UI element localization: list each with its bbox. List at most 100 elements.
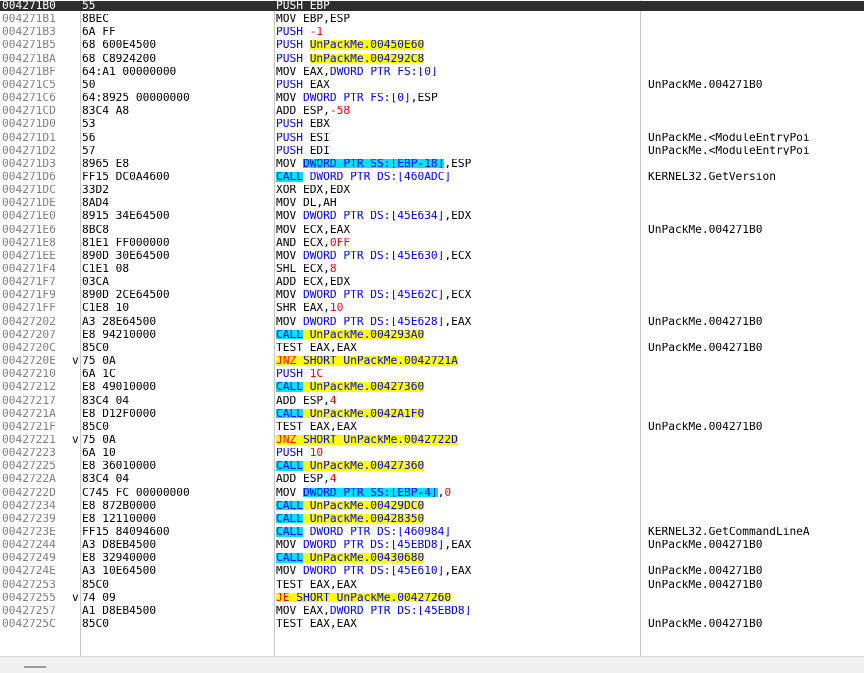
instruction-row[interactable]: 004271D6 FF15 DC0A4600 CALL DWORD PTR DS:[… <box>0 171 864 182</box>
instruction-cell: CALL UnPackMe.00428350 <box>276 513 640 524</box>
instruction-row[interactable]: 004271C5 50 PUSH EAX UnPackMe.004271B0 <box>0 80 864 90</box>
instruction-row[interactable]: 00427225 E8 36010000 CALL UnPackMe.0042736… <box>0 461 864 471</box>
asm-token: ADD <box>276 277 303 287</box>
instruction-cell: TEST EAX,EAX <box>276 619 640 629</box>
instruction-row[interactable]: 004271FF C1E8 10 SHR EAX,10 <box>0 303 864 313</box>
instruction-cell: TEST EAX,EAX <box>276 343 640 353</box>
instruction-cell: PUSH 1C <box>276 369 640 379</box>
asm-token: 0 <box>444 487 452 498</box>
instruction-row[interactable]: 0042723E FF15 84094600 CALL DWORD PTR DS:[… <box>0 527 864 537</box>
instruction-row[interactable]: 004271CD 83C4 A8 ADD ESP,-58 <box>0 106 864 116</box>
instruction-row[interactable]: 00427244 A3 D8EB4500 MOV DWORD PTR DS:[45E… <box>0 540 864 550</box>
address-cell: 00427239 <box>2 513 56 524</box>
instruction-row[interactable]: 004271DC 33D2 XOR EDX,EDX <box>0 185 864 195</box>
instruction-row[interactable]: 004271B3 6A FF PUSH -1 <box>0 27 864 37</box>
instruction-row[interactable]: 004271C6 64:8925 00000000 MOV DWORD PTR FS… <box>0 93 864 103</box>
address-cell: 004271D2 <box>2 145 56 156</box>
instruction-row[interactable]: 004271EE 890D 30E64500 MOV DWORD PTR DS:[4… <box>0 251 864 261</box>
instruction-row[interactable]: 00427253 85C0 TEST EAX,EAX UnPackMe.004271B… <box>0 580 864 590</box>
address-cell: 004271E0 <box>2 211 56 221</box>
instruction-row[interactable]: 00427212 E8 49010000 CALL UnPackMe.0042736… <box>0 382 864 392</box>
address-cell: 00427210 <box>2 369 56 379</box>
instruction-row[interactable]: 0042722D C745 FC 00000000 MOV DWORD PTR SS… <box>0 487 864 498</box>
instruction-row[interactable]: 00427239 E8 12110000 CALL UnPackMe.0042835… <box>0 513 864 524</box>
instruction-cell: ADD ECX,EDX <box>276 277 640 287</box>
instruction-row[interactable]: 004271BA 68 C8924200 PUSH UnPackMe.004292C… <box>0 53 864 64</box>
instruction-cell: PUSH EDI <box>276 146 640 156</box>
address-cell: 00427257 <box>2 605 56 616</box>
address-cell: 00427234 <box>2 500 56 511</box>
instruction-row[interactable]: 004271B0 55 PUSH EBP <box>0 1 864 11</box>
instruction-row[interactable]: 00427221 v 75 0A JNZ SHORT UnPackMe.0042722… <box>0 434 864 445</box>
instruction-row[interactable]: 004271E8 81E1 FF000000 AND ECX,0FF <box>0 238 864 248</box>
comment-cell <box>648 606 864 616</box>
instruction-row[interactable]: 004271F7 03CA ADD ECX,EDX <box>0 277 864 287</box>
address-cell: 0042722D <box>2 487 56 498</box>
asm-token: SHORT UnPackMe.0042721A <box>296 356 458 366</box>
comment-cell <box>648 54 864 64</box>
comment-cell <box>648 290 864 300</box>
instruction-row[interactable]: 004271D0 53 PUSH EBX <box>0 119 864 129</box>
asm-token: SHORT UnPackMe.0042722D <box>296 434 458 445</box>
address-cell: 004271E6 <box>2 224 56 235</box>
instruction-row[interactable]: 0042721A E8 D12F0000 CALL UnPackMe.0042A1F… <box>0 408 864 419</box>
asm-token: DWORD PTR DS:[45E628] <box>302 316 445 327</box>
instruction-row[interactable]: 004271DE 8AD4 MOV DL,AH <box>0 198 864 208</box>
asm-token: SHL <box>276 264 303 274</box>
instruction-row[interactable]: 004271E0 8915 34E64500 MOV DWORD PTR DS:[4… <box>0 211 864 221</box>
address-cell: 00427202 <box>2 316 56 327</box>
comment-cell <box>648 67 864 77</box>
instruction-row[interactable]: 00427255 v 74 09 JE SHORT UnPackMe.00427260 <box>0 592 864 603</box>
instruction-row[interactable]: 004271F4 C1E1 08 SHL ECX,8 <box>0 264 864 274</box>
instruction-row[interactable]: 004271BF 64:A1 00000000 MOV EAX,DWORD PTR … <box>0 67 864 77</box>
comment-cell: UnPackMe.004271B0 <box>648 540 763 550</box>
asm-token: MOV <box>276 224 303 235</box>
instruction-row[interactable]: 00427249 E8 32940000 CALL UnPackMe.0043068… <box>0 553 864 563</box>
instruction-row[interactable]: 0042720E v 75 0A JNZ SHORT UnPackMe.0042721… <box>0 355 864 366</box>
asm-token: CALL <box>276 500 303 511</box>
instruction-cell: AND ECX,0FF <box>276 238 640 248</box>
disassembly-pane[interactable]: 004271B0 55 PUSH EBP 004271B1 8BEC MOV EBP,ES… <box>0 0 864 656</box>
instruction-row[interactable]: 00427234 E8 872B0000 CALL UnPackMe.00429DC… <box>0 500 864 511</box>
bytes-cell: 57 <box>82 145 96 156</box>
instruction-row[interactable]: 004271D1 56 PUSH ESI UnPackMe.<ModuleEntryP… <box>0 133 864 143</box>
asm-token: ADD <box>276 395 303 406</box>
instruction-row[interactable]: 004271E6 8BC8 MOV ECX,EAX UnPackMe.004271B0 <box>0 225 864 235</box>
instruction-row[interactable]: 00427217 83C4 04 ADD ESP,4 <box>0 396 864 406</box>
instruction-cell: CALL DWORD PTR DS:[460ADC] <box>276 171 640 182</box>
bytes-cell: 33D2 <box>82 185 109 195</box>
asm-token: ,EAX <box>444 540 472 550</box>
instruction-row[interactable]: 00427210 6A 1C PUSH 1C <box>0 369 864 379</box>
instruction-row[interactable]: 004271B1 8BEC MOV EBP,ESP <box>0 14 864 24</box>
address-cell: 0042721F <box>2 421 56 432</box>
resize-grip-icon[interactable] <box>24 666 46 668</box>
asm-token: UnPackMe.00430680 <box>302 553 425 563</box>
instruction-row[interactable]: 004271F9 890D 2CE64500 MOV DWORD PTR DS:[4… <box>0 290 864 300</box>
instruction-cell: PUSH UnPackMe.00450E60 <box>276 40 640 51</box>
bytes-cell: E8 12110000 <box>82 513 157 524</box>
instruction-row[interactable]: 0042722A 83C4 04 ADD ESP,4 <box>0 474 864 484</box>
asm-token: PUSH <box>276 132 310 143</box>
asm-token: ,ECX <box>444 290 472 300</box>
instruction-row[interactable]: 004271D2 57 PUSH EDI UnPackMe.<ModuleEntryP… <box>0 146 864 156</box>
instruction-row[interactable]: 004271D3 8965 E8 MOV DWORD PTR SS:[EBP-18]… <box>0 158 864 169</box>
bytes-cell: E8 872B0000 <box>82 500 157 511</box>
instruction-cell: MOV EBP,ESP <box>276 14 640 24</box>
asm-token: CALL <box>276 527 303 537</box>
instruction-row[interactable]: 00427202 A3 28E64500 MOV DWORD PTR DS:[45E… <box>0 317 864 327</box>
bytes-cell: C1E1 08 <box>82 264 130 274</box>
instruction-row[interactable]: 0042725C 85C0 TEST EAX,EAX UnPackMe.004271B… <box>0 619 864 629</box>
comment-cell <box>648 198 864 208</box>
instruction-cell: MOV DWORD PTR DS:[45EBD8],EAX <box>276 540 640 550</box>
instruction-row[interactable]: 004271B5 68 600E4500 PUSH UnPackMe.00450E6… <box>0 40 864 51</box>
asm-token: 8 <box>329 264 337 274</box>
bytes-cell: 8965 E8 <box>82 158 130 169</box>
asm-token: EDI <box>309 145 330 156</box>
instruction-row[interactable]: 00427207 E8 94210000 CALL UnPackMe.004293A… <box>0 329 864 340</box>
instruction-row[interactable]: 0042724E A3 10E64500 MOV DWORD PTR DS:[45E… <box>0 566 864 576</box>
instruction-row[interactable]: 0042721F 85C0 TEST EAX,EAX UnPackMe.004271B… <box>0 422 864 432</box>
instruction-row[interactable]: 00427223 6A 10 PUSH 10 <box>0 448 864 458</box>
instruction-row[interactable]: 0042720C 85C0 TEST EAX,EAX UnPackMe.004271B… <box>0 343 864 353</box>
comment-cell <box>648 251 864 261</box>
instruction-row[interactable]: 00427257 A1 D8EB4500 MOV EAX,DWORD PTR DS:… <box>0 606 864 616</box>
